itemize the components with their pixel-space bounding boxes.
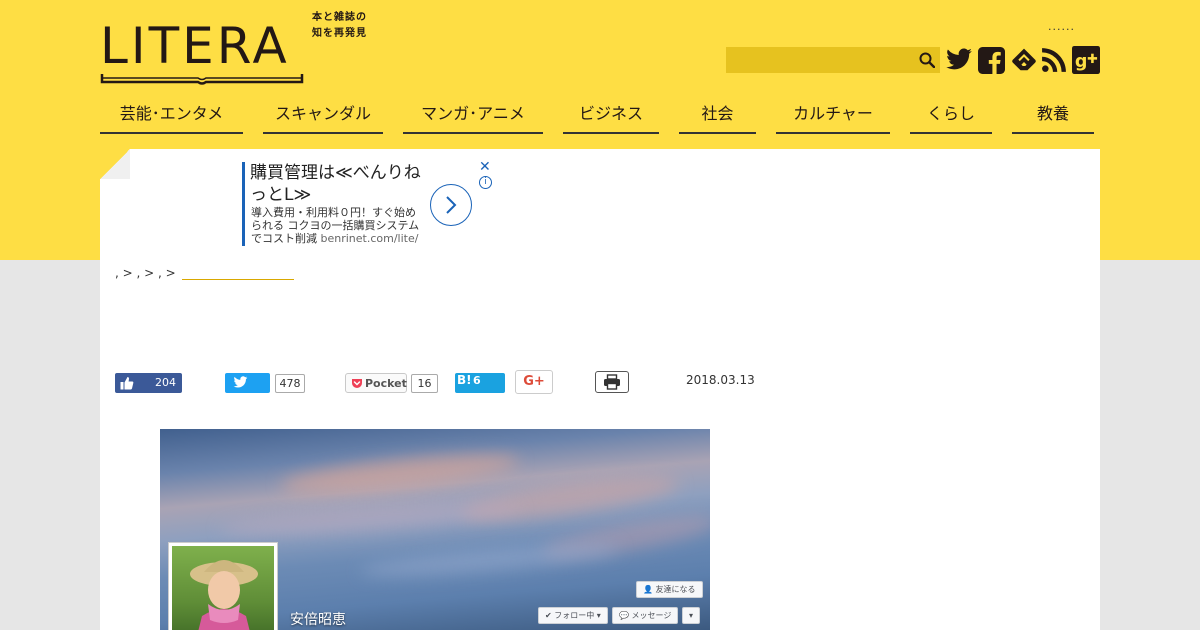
pocket-icon [352,379,362,388]
svg-text:g: g [1075,52,1088,72]
nav-item-education[interactable]: 教養 [1012,100,1094,134]
logo-book-icon [100,74,304,85]
hatena-bookmark-button[interactable]: B! 6 [455,373,505,393]
add-friend-icon: 👤 [643,585,653,594]
breadcrumb-current-link[interactable] [181,268,294,280]
article-date: 2018.03.13 [686,373,755,387]
pocket-label: Pocket [365,377,407,390]
feedly-link[interactable] [1010,46,1038,74]
search-icon [919,52,935,68]
ad-accent-bar [242,162,245,246]
site-logo[interactable]: LITERA 本と雑誌の 知を再発見 [100,12,390,86]
ad-domain: benrinet.com/lite/ [320,232,419,245]
ad-info-icon[interactable]: i [479,176,492,189]
ad-close-icon[interactable]: ✕ [479,159,491,175]
sky-cloud-1 [279,446,521,500]
facebook-like-button[interactable]: 204 [115,373,182,393]
rss-link[interactable] [1040,46,1068,74]
chevron-right-icon [446,196,457,214]
logo-wordmark: LITERA [100,17,290,75]
profile-name: 安倍昭恵 [290,612,346,628]
print-button[interactable] [595,371,629,393]
nav-item-entertainment[interactable]: 芸能･エンタメ [100,100,243,134]
main-nav: 芸能･エンタメ スキャンダル マンガ･アニメ ビジネス 社会 カルチャー くらし… [100,100,1100,136]
thumbs-up-icon [120,377,134,390]
feedly-icon [1012,48,1036,71]
search-button[interactable] [914,47,940,73]
google-plus-icon: g [1072,46,1100,74]
message-label: メッセージ [631,611,672,620]
hatena-count: 6 [473,374,481,387]
nav-item-culture[interactable]: カルチャー [776,100,890,134]
nav-item-manga-anime[interactable]: マンガ･アニメ [403,100,543,134]
ad-headline[interactable]: 購買管理は≪べんりねっとL≫ [250,162,430,206]
pocket-button[interactable]: Pocket [345,373,407,393]
breadcrumb-separators: , > , > , > [115,266,176,280]
nav-item-business[interactable]: ビジネス [563,100,659,134]
rss-icon [1042,48,1066,72]
tagline-line2: 知を再発見 [312,28,367,39]
search-box [726,47,940,73]
tagline-line1: 本と雑誌の [312,12,367,23]
site-tagline: 本と雑誌の 知を再発見 [312,10,390,42]
article-image: 安倍昭恵 👤 友達になる ✔ フォロー中 ▾ 💬 メッセージ ▾ [160,429,710,630]
twitter-icon [946,48,972,70]
nav-item-society[interactable]: 社会 [679,100,756,134]
profile-picture-frame[interactable] [168,542,278,630]
advertisement[interactable]: 購買管理は≪べんりねっとL≫ 導入費用・利用料０円！すぐ始められる コクヨの一括… [242,159,496,248]
twitter-link[interactable] [945,46,973,74]
printer-icon [604,374,620,390]
add-friend-button[interactable]: 👤 友達になる [636,581,703,598]
ad-body: 導入費用・利用料０円！すぐ始められる コクヨの一括購買システムでコスト削減 be… [251,206,423,245]
message-button[interactable]: 💬 メッセージ [612,607,679,624]
ad-open-button[interactable] [430,184,472,226]
google-plus-share-button[interactable]: G+ [515,370,553,394]
twitter-bird-icon [233,376,248,388]
nav-item-lifestyle[interactable]: くらし [910,100,992,134]
message-icon: 💬 [619,611,629,620]
check-icon: ✔ [545,611,552,620]
more-options-button[interactable]: ▾ [682,607,701,624]
following-button[interactable]: ✔ フォロー中 ▾ [538,607,608,624]
hatena-label: B! [457,373,472,387]
facebook-count: 204 [155,376,176,389]
profile-person-illustration [190,560,258,630]
google-plus-link[interactable]: g [1072,46,1100,74]
facebook-link[interactable] [977,46,1005,74]
search-input[interactable] [726,47,912,73]
twitter-count: 478 [275,374,305,393]
sky-cloud-5 [359,537,621,583]
twitter-share-button[interactable] [225,373,270,393]
pocket-count: 16 [411,374,438,393]
profile-picture [172,546,274,630]
add-friend-label: 友達になる [655,585,696,594]
card-corner-fold [100,149,130,179]
header-dots: ...... [1048,20,1075,33]
following-label: フォロー中 ▾ [554,611,601,620]
sky-cloud-3 [219,496,521,542]
breadcrumb: , > , > , > [115,266,294,280]
facebook-icon [977,46,1005,74]
nav-item-scandal[interactable]: スキャンダル [263,100,383,134]
